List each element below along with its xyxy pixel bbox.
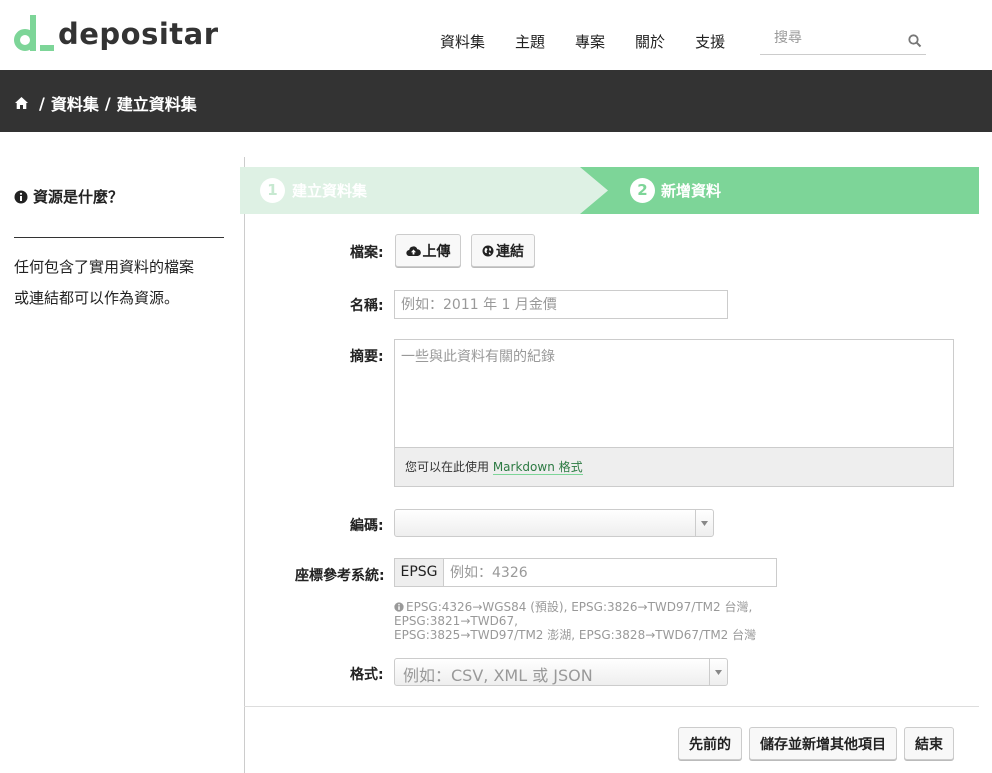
stage-progress: 1 建立資料集 2 新增資料 [240, 167, 979, 214]
step-label: 建立資料集 [292, 182, 368, 200]
previous-button[interactable]: 先前的 [678, 727, 742, 760]
nav-topics[interactable]: 主題 [515, 31, 545, 52]
globe-icon [482, 245, 494, 256]
crs-label: 座標參考系統: [295, 568, 385, 584]
markdown-help: 您可以在此使用 Markdown 格式 [405, 458, 583, 475]
format-placeholder: 例如：CSV, XML 或 JSON [403, 666, 593, 685]
sidebar-title-text: 資源是什麼？ [33, 188, 124, 206]
encoding-label: 編碼: [350, 518, 384, 534]
breadcrumb-datasets[interactable]: 資料集 [51, 91, 99, 115]
finish-button[interactable]: 結束 [904, 727, 954, 760]
breadcrumb-separator: / [39, 93, 45, 113]
content-divider [244, 157, 245, 773]
info-icon [14, 190, 28, 203]
chevron-down-icon [695, 510, 713, 536]
description-field: 您可以在此使用 Markdown 格式 [394, 339, 954, 487]
step-number: 1 [260, 178, 285, 203]
format-label: 格式: [350, 667, 384, 683]
markdown-help-text: 您可以在此使用 [405, 460, 493, 474]
sidebar-title: 資源是什麼？ [14, 186, 224, 207]
main-nav: 資料集 主題 專案 關於 支援 [440, 31, 755, 52]
description-textarea[interactable] [395, 340, 953, 448]
crs-help: EPSG:4326→WGS84 (預設), EPSG:3826→TWD97/TM… [394, 600, 874, 642]
upload-button[interactable]: 上傳 [395, 234, 461, 267]
nav-projects[interactable]: 專案 [575, 31, 605, 52]
chevron-down-icon [709, 659, 727, 685]
site-logo[interactable]: depositar [14, 14, 219, 54]
link-button[interactable]: 連結 [471, 234, 535, 267]
site-header: depositar 資料集 主題 專案 關於 支援 [0, 0, 992, 70]
sidebar-divider [14, 237, 224, 238]
file-label: 檔案: [350, 245, 384, 261]
step-create-dataset[interactable]: 1 建立資料集 [240, 167, 610, 214]
search-input[interactable] [774, 30, 904, 46]
name-label: 名稱: [350, 298, 384, 314]
search-box [760, 28, 926, 55]
step-label: 新增資料 [661, 182, 722, 200]
crs-help-text: EPSG:4326→WGS84 (預設), EPSG:3826→TWD97/TM… [394, 600, 753, 628]
sidebar-body: 任何包含了實用資料的檔案 或連結都可以作為資源。 [14, 252, 214, 314]
description-label: 摘要: [350, 349, 384, 365]
home-icon[interactable] [14, 96, 29, 110]
breadcrumb-bar: / 資料集 / 建立資料集 [0, 70, 992, 132]
breadcrumb-create-dataset[interactable]: 建立資料集 [117, 91, 197, 115]
step-number: 2 [630, 178, 655, 203]
crs-help-text: EPSG:3825→TWD97/TM2 澎湖, EPSG:3828→TWD67/… [394, 628, 757, 642]
finish-label: 結束 [915, 736, 943, 753]
sidebar: 資源是什麼？ 任何包含了實用資料的檔案 或連結都可以作為資源。 [14, 186, 224, 314]
cloud-upload-icon [405, 245, 421, 256]
format-select[interactable]: 例如：CSV, XML 或 JSON [394, 658, 728, 686]
save-and-add-button[interactable]: 儲存並新增其他項目 [749, 727, 897, 760]
logo-text: depositar [58, 17, 219, 51]
link-label: 連結 [496, 243, 524, 260]
nav-about[interactable]: 關於 [635, 31, 665, 52]
markdown-link[interactable]: Markdown 格式 [492, 460, 583, 475]
breadcrumb-separator: / [104, 93, 111, 113]
search-icon[interactable] [908, 34, 922, 48]
sidebar-body-line: 任何包含了實用資料的檔案 [14, 258, 195, 276]
info-icon [394, 602, 404, 612]
crs-prefix: EPSG [394, 558, 444, 587]
nav-datasets[interactable]: 資料集 [440, 31, 485, 52]
breadcrumb: / 資料集 / 建立資料集 [14, 91, 197, 115]
actions-divider [244, 706, 979, 707]
nav-support[interactable]: 支援 [695, 31, 725, 52]
crs-input[interactable] [443, 558, 777, 587]
save-and-add-label: 儲存並新增其他項目 [760, 736, 886, 753]
upload-label: 上傳 [422, 243, 451, 260]
step-add-data: 2 新增資料 [580, 167, 979, 214]
name-input[interactable] [394, 290, 728, 319]
logo-mark [14, 15, 54, 53]
sidebar-body-line: 或連結都可以作為資源。 [14, 289, 180, 307]
previous-label: 先前的 [689, 736, 731, 753]
encoding-select[interactable] [394, 509, 714, 537]
